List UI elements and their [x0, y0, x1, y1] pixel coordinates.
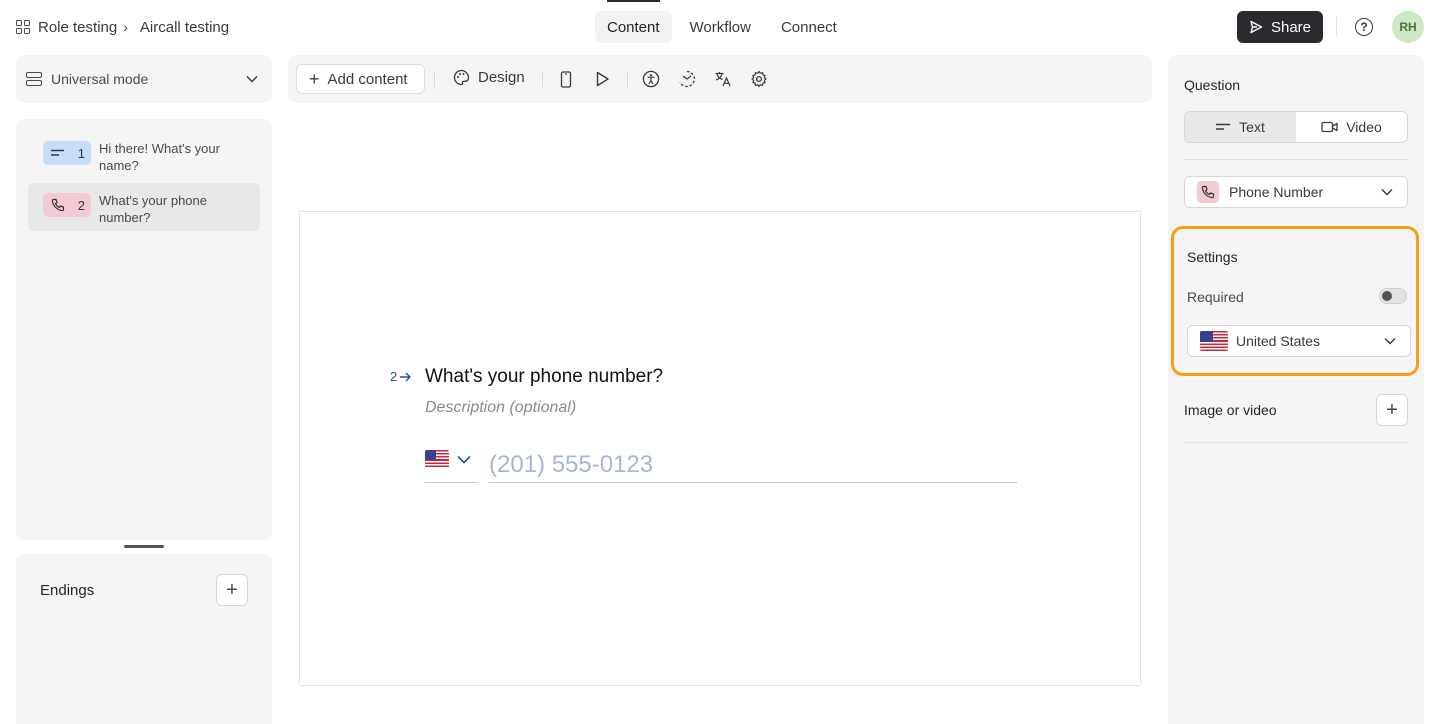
toolbar-divider: [627, 71, 628, 87]
divider: [1184, 159, 1408, 160]
send-icon: [1250, 20, 1263, 34]
us-flag-icon: [425, 450, 449, 468]
workspace-grid-icon[interactable]: [16, 20, 30, 34]
help-icon[interactable]: ?: [1355, 18, 1373, 36]
text-mode-button[interactable]: Text: [1185, 112, 1296, 142]
us-flag-icon: [1200, 331, 1228, 351]
phone-number-input[interactable]: [489, 448, 1017, 483]
divider: [1184, 442, 1408, 443]
question-badge: 2: [43, 193, 91, 217]
palette-icon: [453, 69, 470, 86]
play-icon[interactable]: [593, 70, 611, 88]
loader-icon[interactable]: [678, 70, 696, 88]
default-country-select[interactable]: United States: [1187, 325, 1411, 357]
video-camera-icon: [1321, 121, 1338, 133]
translate-icon[interactable]: [714, 70, 732, 88]
universal-mode-select[interactable]: Universal mode: [16, 55, 272, 103]
question-text: What's your phone number?: [99, 193, 207, 225]
add-content-label: Add content: [327, 70, 408, 88]
design-button[interactable]: Design: [453, 69, 525, 86]
endings-panel: Endings +: [16, 554, 272, 724]
breadcrumb-form[interactable]: Aircall testing: [140, 19, 229, 36]
short-text-icon: [1216, 123, 1231, 130]
question-type-select[interactable]: Phone Number: [1184, 176, 1408, 208]
short-text-icon: [51, 149, 64, 156]
tab-workflow[interactable]: Workflow: [678, 11, 763, 43]
video-mode-button[interactable]: Video: [1296, 112, 1407, 142]
nav-tabs: Content Workflow Connect: [595, 0, 849, 43]
endings-title: Endings: [40, 582, 95, 599]
breadcrumb-separator: ›: [123, 19, 128, 35]
mobile-preview-icon[interactable]: [557, 70, 575, 88]
chevron-down-icon: [246, 75, 258, 83]
required-toggle[interactable]: [1379, 288, 1407, 304]
toggle-knob: [1382, 291, 1392, 301]
arrow-right-icon: [400, 372, 412, 381]
design-label: Design: [478, 69, 525, 86]
question-title[interactable]: What's your phone number?: [425, 366, 663, 388]
country-code-picker[interactable]: [425, 448, 477, 483]
chevron-down-icon: [457, 455, 471, 464]
list-item[interactable]: 1 Hi there! What's your name?: [28, 131, 260, 179]
question-number-indicator: 2: [390, 369, 412, 384]
plus-icon: +: [309, 69, 320, 89]
question-settings-panel: Question Text Video Phone Number Setting…: [1168, 55, 1424, 724]
add-ending-button[interactable]: +: [216, 574, 248, 606]
share-button[interactable]: Share: [1237, 11, 1323, 43]
avatar[interactable]: RH: [1392, 11, 1424, 43]
add-image-video-button[interactable]: +: [1376, 394, 1408, 426]
editor-toolbar: + Add content Design: [288, 55, 1152, 103]
share-label: Share: [1270, 18, 1312, 36]
breadcrumb: Role testing › Aircall testing: [16, 16, 229, 38]
question-mode-toggle: Text Video: [1184, 111, 1408, 143]
phone-icon: [1197, 181, 1219, 203]
required-label: Required: [1187, 289, 1244, 305]
settings-gear-icon[interactable]: [750, 70, 768, 88]
question-type-label: Phone Number: [1229, 184, 1324, 200]
text-mode-label: Text: [1239, 119, 1265, 135]
question-badge: 1: [43, 141, 91, 165]
question-number: 1: [77, 145, 85, 161]
form-preview-canvas: 2 What's your phone number? Description …: [299, 211, 1141, 686]
list-item[interactable]: 2 What's your phone number?: [28, 183, 260, 231]
toolbar-divider: [434, 71, 435, 87]
question-list: 1 Hi there! What's your name? 2 What's y…: [16, 119, 272, 540]
image-or-video-heading: Image or video: [1184, 402, 1277, 418]
question-number: 2: [390, 369, 398, 384]
toolbar-divider: [542, 71, 543, 87]
phone-icon: [51, 198, 65, 212]
video-mode-label: Video: [1346, 119, 1382, 135]
chevron-down-icon: [1381, 188, 1393, 196]
question-description[interactable]: Description (optional): [425, 399, 576, 417]
panel-resize-handle[interactable]: [124, 545, 164, 548]
settings-section: Settings Required United States: [1171, 226, 1419, 376]
tab-connect[interactable]: Connect: [769, 11, 849, 43]
question-heading: Question: [1184, 77, 1241, 93]
question-number: 2: [77, 197, 85, 213]
mode-label: Universal mode: [51, 71, 149, 87]
chevron-down-icon: [1384, 337, 1396, 345]
header-divider: [1336, 17, 1337, 37]
add-content-button[interactable]: + Add content: [296, 64, 425, 94]
layout-icon: [26, 72, 42, 86]
settings-heading: Settings: [1187, 249, 1238, 265]
breadcrumb-workspace[interactable]: Role testing: [38, 19, 117, 36]
question-text: Hi there! What's your name?: [99, 141, 220, 173]
top-bar: Role testing › Aircall testing Content W…: [0, 0, 1440, 54]
tab-content[interactable]: Content: [595, 0, 672, 43]
country-label: United States: [1236, 333, 1321, 349]
accessibility-icon[interactable]: [642, 70, 660, 88]
